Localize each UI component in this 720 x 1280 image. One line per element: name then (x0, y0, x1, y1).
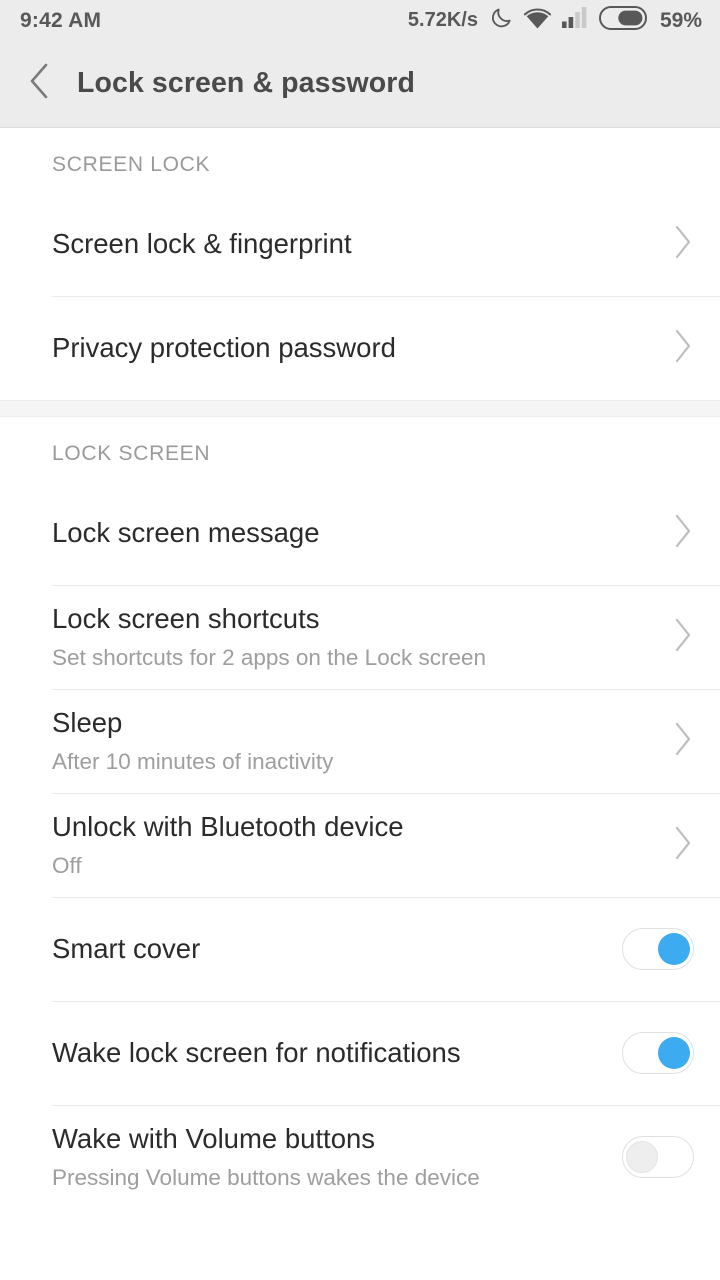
network-speed-label: 5.72K/s (407, 9, 478, 31)
settings-row-subtitle: Set shortcuts for 2 apps on the Lock scr… (52, 645, 486, 671)
settings-row-accessory (598, 825, 694, 866)
settings-row[interactable]: Unlock with Bluetooth device Off (0, 793, 720, 897)
settings-row-title: Sleep (52, 706, 123, 738)
settings-row-accessory (598, 1032, 694, 1074)
toggle-switch[interactable] (622, 1032, 694, 1074)
chevron-right-icon (672, 224, 694, 265)
settings-row-text: Screen lock & fingerprint (52, 222, 598, 266)
chevron-right-icon (672, 825, 694, 866)
settings-row-title: Lock screen shortcuts (52, 602, 320, 634)
do-not-disturb-moon-icon (490, 6, 513, 34)
section-header: LOCK SCREEN (0, 417, 720, 481)
settings-row-accessory (598, 617, 694, 658)
settings-row-title: Smart cover (52, 932, 201, 964)
settings-row-accessory (598, 721, 694, 762)
app-bar: Lock screen & password (0, 40, 720, 128)
toggle-knob (626, 1141, 658, 1173)
cellular-signal-icon (561, 7, 588, 33)
settings-row-text: Smart cover (52, 927, 598, 971)
chevron-left-icon (27, 62, 53, 105)
settings-row[interactable]: Smart cover (0, 897, 720, 1001)
section-header: SCREEN LOCK (0, 128, 720, 192)
settings-row-text: Privacy protection password (52, 326, 598, 370)
settings-row[interactable]: Sleep After 10 minutes of inactivity (0, 689, 720, 793)
back-button[interactable] (8, 40, 72, 128)
settings-row-text: Lock screen message (52, 511, 598, 555)
settings-row-title: Unlock with Bluetooth device (52, 810, 404, 842)
status-bar-indicators: 5.72K/s 59% (407, 5, 702, 35)
chevron-right-icon (672, 617, 694, 658)
settings-row-accessory (598, 1136, 694, 1178)
settings-row-subtitle: Pressing Volume buttons wakes the device (52, 1165, 480, 1191)
settings-row-accessory (598, 513, 694, 554)
page-title: Lock screen & password (77, 67, 415, 99)
settings-row[interactable]: Wake with Volume buttons Pressing Volume … (0, 1105, 720, 1209)
status-bar: 9:42 AM 5.72K/s 59% (0, 0, 720, 40)
settings-row[interactable]: Lock screen message (0, 481, 720, 585)
settings-row[interactable]: Wake lock screen for notifications (0, 1001, 720, 1105)
settings-row-title: Wake lock screen for notifications (52, 1036, 461, 1068)
toggle-switch[interactable] (622, 1136, 694, 1178)
settings-row-title: Privacy protection password (52, 331, 396, 363)
section-divider (0, 400, 720, 417)
settings-row-accessory (598, 928, 694, 970)
settings-row-text: Unlock with Bluetooth device Off (52, 805, 598, 885)
toggle-knob (658, 933, 690, 965)
status-bar-clock: 9:42 AM (20, 8, 102, 32)
settings-row-text: Lock screen shortcuts Set shortcuts for 2… (52, 597, 598, 677)
settings-row[interactable]: Screen lock & fingerprint (0, 192, 720, 296)
battery-percent-label: 59% (659, 8, 702, 32)
settings-row-title: Screen lock & fingerprint (52, 227, 352, 259)
settings-row-subtitle: Off (52, 853, 82, 879)
chevron-right-icon (672, 328, 694, 369)
settings-row-subtitle: After 10 minutes of inactivity (52, 749, 334, 775)
settings-row-text: Wake with Volume buttons Pressing Volume … (52, 1117, 598, 1197)
settings-row[interactable]: Lock screen shortcuts Set shortcuts for 2… (0, 585, 720, 689)
settings-screen: 9:42 AM 5.72K/s 59% Lock screen & passwo… (0, 0, 720, 1280)
chevron-right-icon (672, 513, 694, 554)
toggle-knob (658, 1037, 690, 1069)
settings-row-accessory (598, 224, 694, 265)
chevron-right-icon (672, 721, 694, 762)
settings-row-text: Wake lock screen for notifications (52, 1031, 598, 1075)
settings-row[interactable]: Privacy protection password (0, 296, 720, 400)
battery-icon (598, 5, 647, 35)
settings-row-title: Wake with Volume buttons (52, 1122, 376, 1154)
wifi-icon (523, 7, 552, 34)
settings-list: SCREEN LOCK Screen lock & fingerprint Priv… (0, 128, 720, 1209)
toggle-switch[interactable] (622, 928, 694, 970)
settings-row-text: Sleep After 10 minutes of inactivity (52, 701, 598, 781)
settings-row-title: Lock screen message (52, 516, 320, 548)
settings-row-accessory (598, 328, 694, 369)
